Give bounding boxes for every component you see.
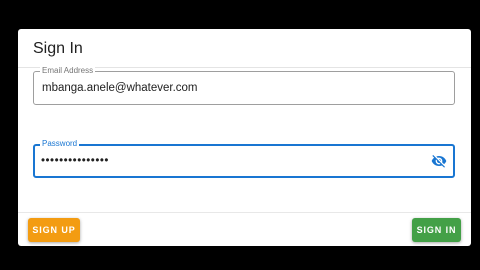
sign-in-dialog: Sign In Email Address mbanga.anele@whate… xyxy=(18,29,471,246)
sign-up-button[interactable]: SIGN UP xyxy=(28,218,80,242)
email-field[interactable]: Email Address mbanga.anele@whatever.com xyxy=(33,66,455,105)
dialog-title: Sign In xyxy=(33,40,83,57)
eye-off-icon[interactable] xyxy=(431,153,447,169)
actions-divider xyxy=(18,212,471,213)
sign-in-button[interactable]: SIGN IN xyxy=(412,218,461,242)
email-field-value[interactable]: mbanga.anele@whatever.com xyxy=(42,72,198,104)
password-field-value[interactable]: ••••••••••••••• xyxy=(41,146,109,176)
password-field[interactable]: Password ••••••••••••••• xyxy=(33,139,455,178)
